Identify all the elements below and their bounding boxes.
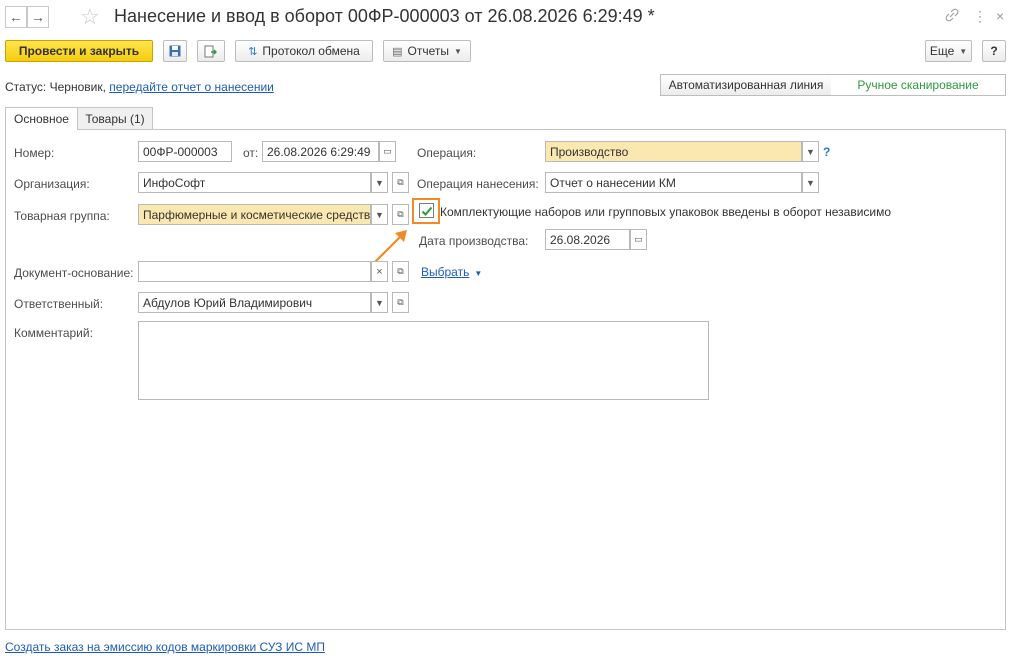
components-checkbox[interactable] (419, 203, 434, 218)
chevron-down-icon: ▼ (806, 177, 815, 188)
tab-main[interactable]: Основное (5, 107, 78, 130)
chevron-down-icon: ▼ (474, 269, 483, 278)
document-arrow-icon (204, 45, 217, 57)
chevron-down-icon: ▼ (806, 146, 815, 157)
base-document-field[interactable] (138, 261, 371, 282)
marking-operation-field[interactable]: Отчет о нанесении КМ (545, 172, 802, 193)
exchange-icon: ⇅ (248, 45, 258, 58)
responsible-label: Ответственный: (14, 297, 104, 311)
star-icon[interactable]: ☆ (80, 4, 100, 30)
close-icon[interactable]: × (996, 8, 1004, 24)
status-line: Статус: Черновик, передайте отчет о нане… (5, 80, 274, 94)
date-field[interactable]: 26.08.2026 6:29:49 (262, 141, 379, 162)
menu-icon[interactable]: ⋮ (973, 8, 987, 25)
exchange-protocol-label: Протокол обмена (262, 44, 360, 58)
organization-open-button[interactable]: ⧉ (392, 172, 409, 193)
link-icon[interactable] (945, 8, 959, 25)
create-emission-order-link[interactable]: Создать заказ на эмиссию кодов маркировк… (5, 640, 325, 654)
mode-manual-scanning[interactable]: Ручное сканирование (831, 74, 1006, 96)
status-value: Черновик, (49, 80, 106, 94)
comment-label: Комментарий: (14, 326, 93, 340)
operation-label: Операция: (417, 146, 477, 160)
product-group-field[interactable]: Парфюмерные и косметические средств (138, 204, 371, 225)
tab-goods[interactable]: Товары (1) (77, 107, 153, 129)
send-report-link[interactable]: передайте отчет о нанесении (109, 80, 274, 94)
base-document-clear-button[interactable]: × (371, 261, 388, 282)
base-document-label: Документ-основание: (14, 266, 134, 280)
number-field[interactable]: 00ФР-000003 (138, 141, 232, 162)
chevron-down-icon: ▼ (375, 177, 384, 188)
responsible-dropdown-button[interactable]: ▼ (371, 292, 388, 313)
select-link[interactable]: Выбрать ▼ (421, 265, 482, 279)
arrow-right-icon: → (31, 9, 45, 25)
reports-label: Отчеты (407, 44, 449, 58)
open-window-icon: ⧉ (397, 177, 404, 187)
responsible-field[interactable]: Абдулов Юрий Владимирович (138, 292, 371, 313)
chevron-down-icon: ▼ (375, 209, 384, 220)
floppy-icon (169, 45, 181, 57)
operation-dropdown-button[interactable]: ▼ (802, 141, 819, 162)
forward-button[interactable]: → (27, 6, 49, 28)
post-and-close-button[interactable]: Провести и закрыть (5, 40, 153, 62)
calendar-icon: ▭ (634, 234, 643, 244)
open-window-icon: ⧉ (397, 209, 404, 219)
arrow-left-icon: ← (9, 9, 23, 25)
open-window-icon: ⧉ (397, 297, 404, 307)
production-date-field[interactable]: 26.08.2026 (545, 229, 630, 250)
date-label: от: (243, 146, 259, 160)
number-label: Номер: (14, 146, 55, 160)
chevron-down-icon: ▼ (375, 297, 384, 308)
reports-button[interactable]: ▤ Отчеты ▼ (383, 40, 471, 62)
more-button[interactable]: Еще ▼ (925, 40, 972, 62)
calendar-button[interactable]: ▭ (379, 141, 396, 162)
back-button[interactable]: ← (5, 6, 27, 28)
print-button[interactable] (197, 40, 225, 62)
operation-field[interactable]: Производство (545, 141, 802, 162)
chevron-down-icon: ▼ (959, 46, 968, 56)
organization-field[interactable]: ИнфоСофт (138, 172, 371, 193)
chevron-down-icon: ▼ (453, 46, 462, 56)
select-link-label: Выбрать (421, 265, 470, 279)
responsible-open-button[interactable]: ⧉ (392, 292, 409, 313)
production-date-label: Дата производства: (419, 234, 529, 248)
open-window-icon: ⧉ (397, 266, 404, 276)
organization-label: Организация: (14, 177, 90, 191)
organization-dropdown-button[interactable]: ▼ (371, 172, 388, 193)
mode-automated-line[interactable]: Автоматизированная линия (660, 74, 832, 96)
more-label: Еще (929, 44, 955, 58)
comment-textarea[interactable] (138, 321, 709, 400)
marking-operation-dropdown-button[interactable]: ▼ (802, 172, 819, 193)
calendar-icon: ▭ (383, 146, 392, 156)
marking-operation-label: Операция нанесения: (417, 177, 539, 191)
production-date-calendar-button[interactable]: ▭ (630, 229, 647, 250)
save-button[interactable] (163, 40, 187, 62)
window-title: Нанесение и ввод в оборот 00ФР-000003 от… (114, 6, 655, 26)
exchange-protocol-button[interactable]: ⇅ Протокол обмена (235, 40, 373, 62)
checkmark-icon (421, 206, 432, 216)
status-prefix: Статус: (5, 80, 47, 94)
help-button[interactable]: ? (982, 40, 1006, 62)
product-group-label: Товарная группа: (14, 209, 110, 223)
report-icon: ▤ (392, 45, 403, 58)
base-document-open-button[interactable]: ⧉ (392, 261, 409, 282)
operation-help-icon[interactable]: ? (823, 145, 830, 159)
close-icon: × (376, 265, 383, 278)
components-checkbox-label: Комплектующие наборов или групповых упак… (440, 205, 892, 219)
